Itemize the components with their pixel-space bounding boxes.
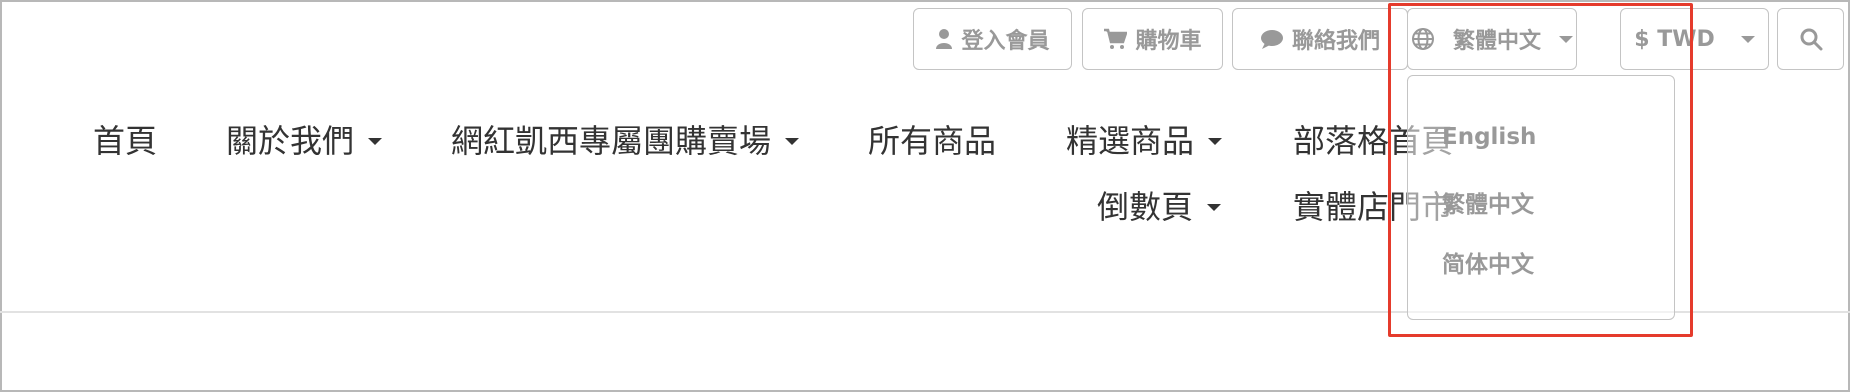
chevron-down-icon (785, 137, 800, 145)
nav-item-label: 關於我們 (226, 122, 355, 160)
chevron-down-icon (1559, 35, 1573, 43)
chevron-down-icon (368, 137, 383, 145)
cart-button[interactable]: 購物車 (1082, 8, 1223, 70)
language-button[interactable]: 繁體中文 (1407, 8, 1577, 70)
nav-item-home[interactable]: 首頁 (93, 117, 157, 161)
cart-icon (1103, 28, 1128, 50)
currency-button[interactable]: $ TWD (1620, 8, 1769, 70)
user-icon (935, 28, 953, 50)
nav-item-group-buy[interactable]: 網紅凱西專屬團購賣場 (451, 117, 800, 161)
chevron-down-icon (1740, 35, 1755, 43)
language-option-english[interactable]: English (1442, 124, 1536, 150)
nav-item-featured[interactable]: 精選商品 (1066, 117, 1223, 161)
nav-item-countdown[interactable]: 倒數頁 (1097, 183, 1222, 227)
search-button[interactable] (1777, 8, 1844, 70)
contact-label: 聯絡我們 (1291, 29, 1380, 54)
language-option-simplified-chinese[interactable]: 简体中文 (1442, 245, 1534, 279)
search-icon (1799, 27, 1823, 51)
nav-item-label: 所有商品 (868, 122, 997, 160)
nav-item-label: 首頁 (93, 122, 158, 160)
login-button[interactable]: 登入會員 (913, 8, 1072, 70)
login-label: 登入會員 (961, 29, 1050, 54)
nav-item-label: 精選商品 (1066, 122, 1195, 160)
language-label: 繁體中文 (1452, 29, 1541, 54)
contact-button[interactable]: 聯絡我們 (1232, 8, 1408, 70)
nav-item-about[interactable]: 關於我們 (226, 117, 383, 161)
currency-label: $ TWD (1634, 26, 1715, 52)
cart-label: 購物車 (1135, 29, 1202, 54)
chevron-down-icon (1208, 137, 1223, 145)
nav-item-label: 倒數頁 (1097, 188, 1194, 226)
language-dropdown-menu: English 繁體中文 简体中文 (1407, 75, 1675, 320)
chevron-down-icon (1207, 203, 1222, 211)
nav-item-label: 網紅凱西專屬團購賣場 (451, 122, 772, 160)
globe-icon (1411, 27, 1435, 51)
nav-item-all-products[interactable]: 所有商品 (868, 117, 996, 161)
chat-bubble-icon (1260, 28, 1284, 50)
language-option-traditional-chinese[interactable]: 繁體中文 (1442, 185, 1534, 219)
